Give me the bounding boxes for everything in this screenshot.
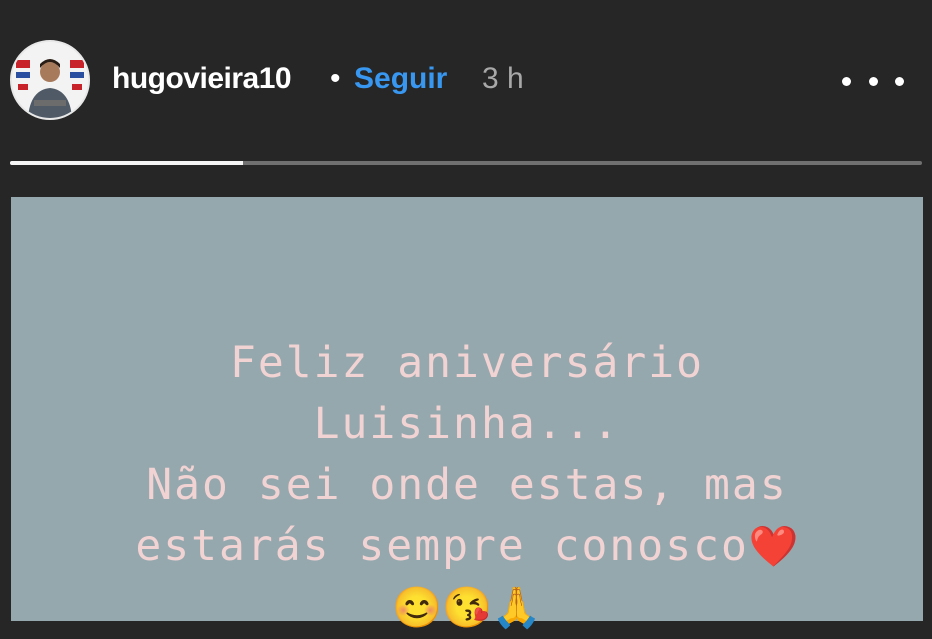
story-progress-bar [10, 161, 922, 165]
story-header: hugovieira10 • Seguir 3 h [0, 0, 932, 160]
story-line-4: estarás sempre conosco❤️ [11, 516, 923, 578]
more-dot-3 [895, 76, 904, 86]
more-options-icon[interactable] [842, 66, 904, 96]
story-line-1: Feliz aniversário [229, 338, 705, 388]
story-content[interactable]: Feliz aniversário Luisinha... Não sei on… [11, 197, 923, 631]
story-line-3: Não sei onde estas, mas [146, 460, 788, 510]
avatar[interactable] [10, 40, 90, 120]
separator-dot: • [330, 62, 341, 95]
username[interactable]: hugovieira10 [112, 62, 292, 96]
more-dot-2 [868, 76, 878, 86]
follow-button[interactable]: Seguir [354, 62, 447, 96]
heart-emoji: ❤️ [748, 524, 799, 570]
story-progress-fill [10, 161, 243, 165]
story-text: Feliz aniversário Luisinha... Não sei on… [11, 333, 923, 639]
avatar-image [12, 42, 88, 118]
story-line-4-text: estarás sempre conosco [135, 521, 749, 571]
more-dot-1 [842, 76, 851, 86]
emoji-line: 😊😘🙏 [392, 585, 542, 631]
story-line-2: Luisinha... [313, 399, 621, 449]
timestamp: 3 h [482, 62, 524, 95]
